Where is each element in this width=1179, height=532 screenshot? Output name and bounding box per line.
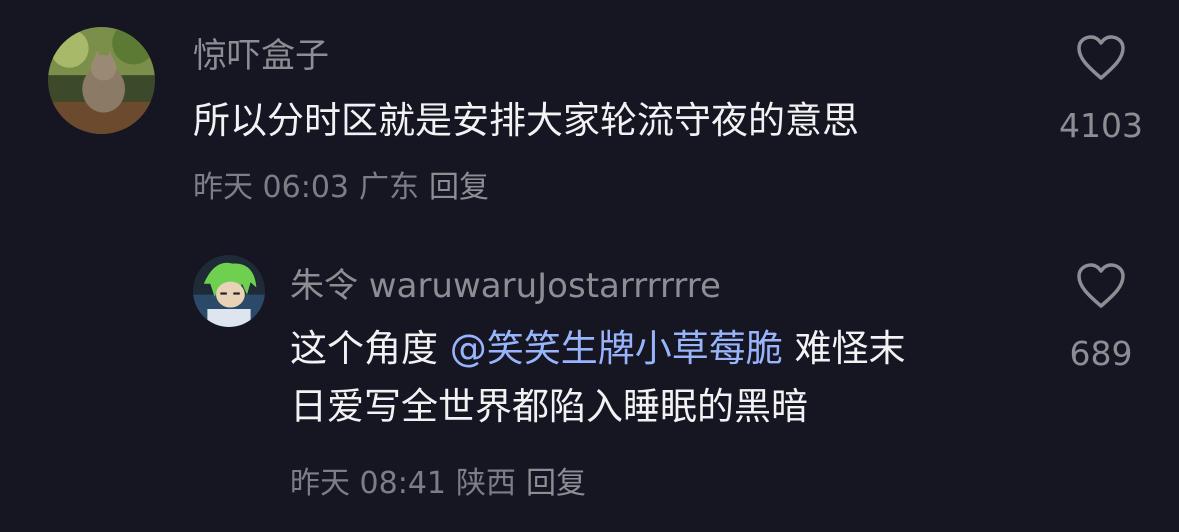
comment-time: 昨天 08:41 (290, 466, 446, 501)
like-control[interactable]: 689 (1031, 262, 1171, 374)
comment-item: 惊吓盒子 所以分时区就是安排大家轮流守夜的意思 昨天 06:03 广东 回复 410… (0, 0, 1179, 230)
reply-button[interactable]: 回复 (429, 170, 489, 205)
user-avatar[interactable] (48, 27, 155, 134)
cat-photo-avatar-icon (48, 27, 155, 134)
comment-text-line-2: 日爱写全世界都陷入睡眠的黑暗 (290, 385, 808, 428)
like-count: 4103 (1059, 106, 1143, 145)
user-avatar[interactable] (193, 255, 265, 327)
comment-location: 陕西 (456, 466, 516, 501)
heart-icon[interactable] (1075, 262, 1127, 310)
comment-time: 昨天 06:03 (193, 170, 349, 205)
comment-text: 这个角度 @笑笑生牌小草莓脆 难怪末 日爱写全世界都陷入睡眠的黑暗 (290, 320, 906, 436)
comment-text-line-1: 这个角度 @笑笑生牌小草莓脆 难怪末 (290, 320, 906, 378)
comment-meta: 昨天 06:03 广东 回复 (193, 168, 499, 208)
anime-character-avatar-icon (193, 255, 265, 327)
comment-location: 广东 (359, 170, 419, 205)
comment-text-before-mention: 这个角度 (290, 327, 450, 370)
like-control[interactable]: 4103 (1031, 34, 1171, 146)
username[interactable]: 朱令 waruwaruJostarrrrrre (290, 264, 721, 308)
user-mention-link[interactable]: @笑笑生牌小草莓脆 (450, 327, 783, 370)
heart-icon[interactable] (1075, 34, 1127, 82)
comment-text-after-mention: 难怪末 (782, 327, 906, 370)
reply-button[interactable]: 回复 (526, 466, 586, 501)
username[interactable]: 惊吓盒子 (193, 34, 329, 78)
like-count: 689 (1069, 334, 1133, 373)
comment-meta: 昨天 08:41 陕西 回复 (290, 464, 596, 504)
reply-comment-item: 朱令 waruwaruJostarrrrrre 这个角度 @笑笑生牌小草莓脆 难… (0, 230, 1179, 532)
comment-text: 所以分时区就是安排大家轮流守夜的意思 (193, 99, 859, 142)
